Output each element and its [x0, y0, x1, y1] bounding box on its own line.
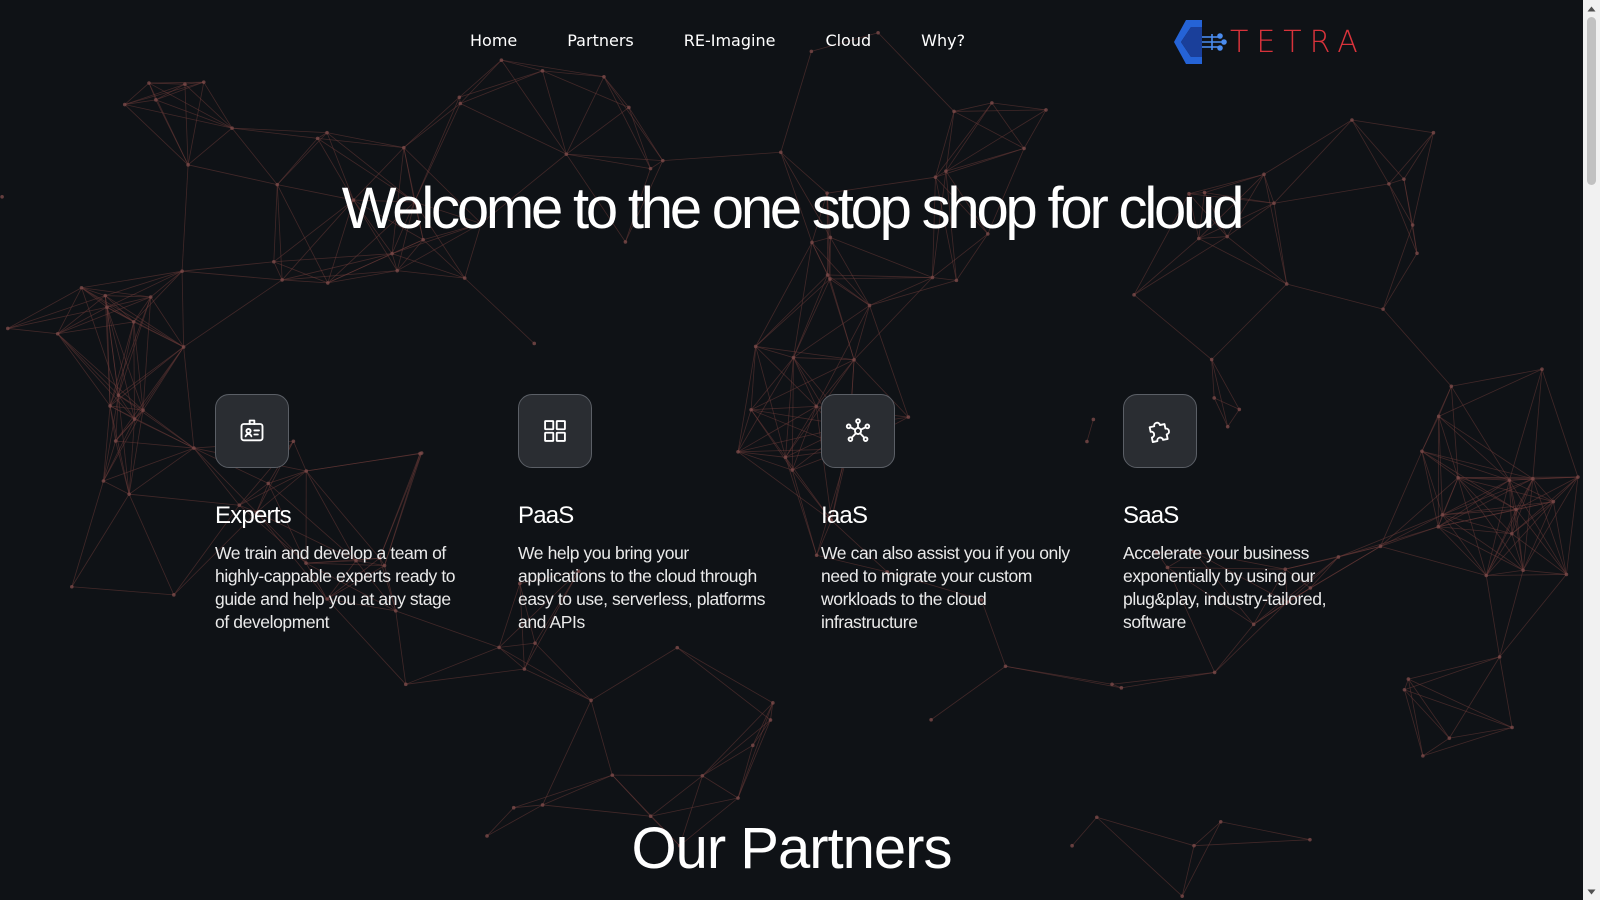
nav-link-cloud[interactable]: Cloud	[825, 31, 871, 50]
feature-paas: PaaS We help you bring your applications…	[518, 394, 770, 634]
scroll-up-arrow-icon[interactable]	[1583, 0, 1600, 17]
tetra-logo-mark-icon	[1174, 20, 1227, 64]
feature-saas: SaaS Accelerate your business exponentia…	[1123, 394, 1375, 634]
scroll-thumb[interactable]	[1587, 17, 1596, 185]
feature-icon-button[interactable]	[1123, 394, 1197, 468]
hero-title: Welcome to the one stop shop for cloud	[341, 176, 1245, 241]
grid-icon	[544, 420, 566, 442]
feature-title: IaaS	[821, 502, 868, 529]
nav-links: Home Partners RE-Imagine Cloud Why?	[470, 31, 965, 50]
puzzle-icon	[1148, 421, 1170, 444]
tetra-logo-text: TETRA	[1230, 24, 1366, 60]
feature-description: We train and develop a team of highly-ca…	[215, 543, 456, 632]
feature-title: Experts	[215, 502, 292, 529]
tetra-logo[interactable]: TETRA	[1172, 17, 1366, 67]
feature-title: PaaS	[518, 502, 574, 529]
nav-link-reimagine[interactable]: RE-Imagine	[684, 31, 776, 50]
nav-link-home[interactable]: Home	[470, 31, 517, 50]
feature-description: We help you bring your applications to t…	[518, 543, 766, 632]
partners-section-title: Our Partners	[631, 816, 953, 881]
feature-icon-button[interactable]	[215, 394, 289, 468]
id-badge-icon	[240, 419, 264, 442]
feature-experts: Experts We train and develop a team of h…	[215, 394, 467, 634]
feature-description: Accelerate your business exponentially b…	[1123, 543, 1327, 632]
page-scrollbar[interactable]	[1583, 0, 1600, 900]
feature-iaas: IaaS We can also assist you if you only …	[821, 394, 1073, 634]
feature-description: We can also assist you if you only need …	[821, 543, 1070, 632]
network-icon	[845, 418, 871, 442]
page: Home Partners RE-Imagine Cloud Why? TETR…	[0, 0, 1600, 900]
feature-title: SaaS	[1123, 502, 1179, 529]
top-nav: Home Partners RE-Imagine Cloud Why? TETR…	[0, 0, 1583, 84]
feature-icon-button[interactable]	[821, 394, 895, 468]
scroll-down-arrow-icon[interactable]	[1583, 883, 1600, 900]
nav-link-partners[interactable]: Partners	[567, 31, 633, 50]
nav-link-why[interactable]: Why?	[921, 31, 965, 50]
feature-icon-button[interactable]	[518, 394, 592, 468]
